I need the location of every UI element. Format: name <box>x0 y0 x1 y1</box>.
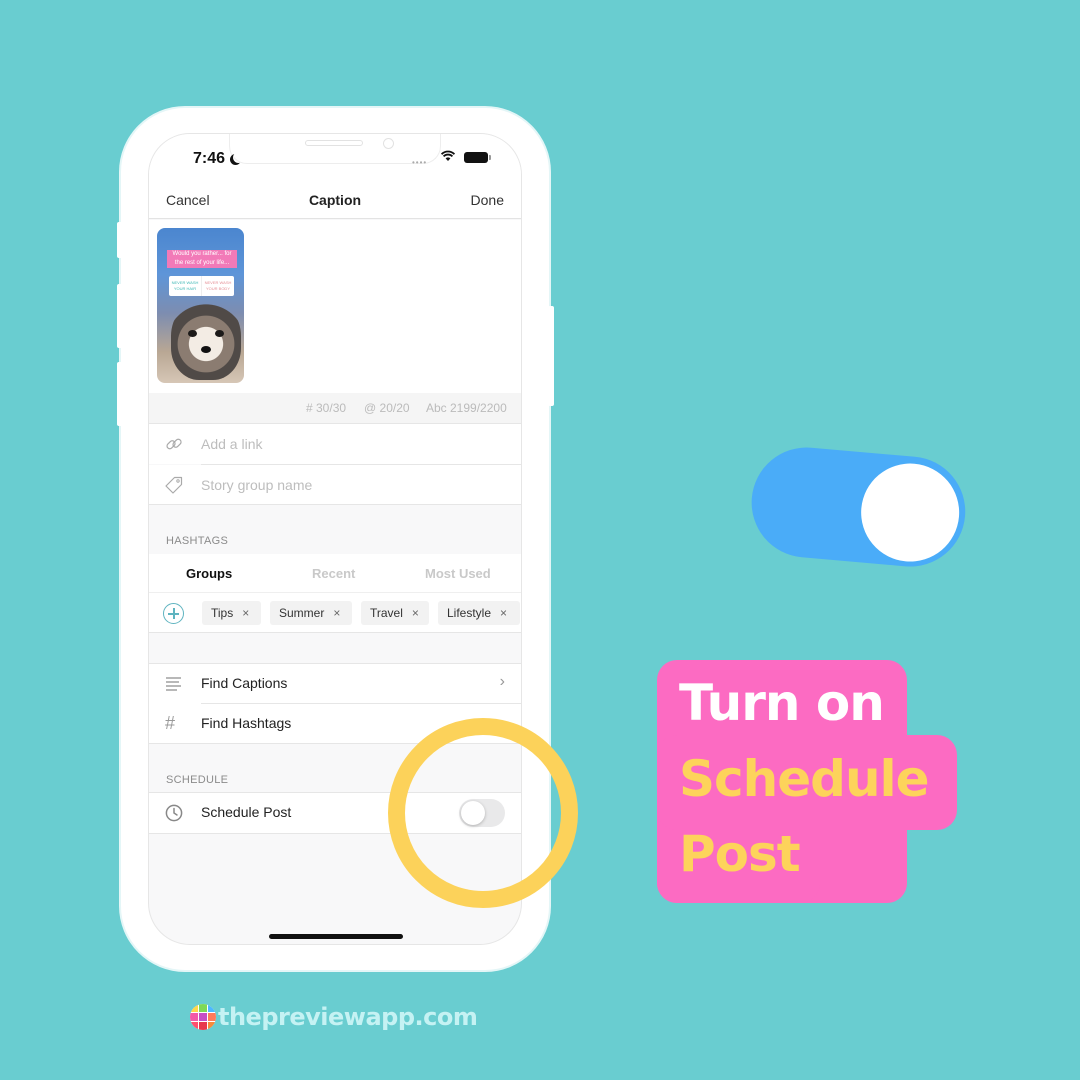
link-icon <box>166 438 182 450</box>
callout-line-1: Turn on <box>679 674 885 732</box>
chevron-right-icon: › <box>499 673 505 690</box>
highlight-ring <box>388 718 578 908</box>
find-hashtags-label: Find Hashtags <box>201 715 292 731</box>
hashtag-tabs: Groups Recent Most Used <box>149 554 521 592</box>
cellular-signal-icon: •••• <box>412 158 428 167</box>
brand-watermark: thepreviewapp.com <box>190 1003 478 1031</box>
hashtag-chip[interactable]: Lifestyle × <box>438 601 520 625</box>
home-indicator <box>269 934 403 939</box>
battery-icon <box>464 152 491 163</box>
wifi-icon <box>441 150 455 161</box>
remove-chip-icon[interactable]: × <box>242 606 249 620</box>
notch <box>229 134 441 164</box>
hashtag-chip[interactable]: Travel × <box>361 601 429 625</box>
phone-side-button-volume-down <box>117 362 123 426</box>
poll-option-1: NEVER WASH YOUR HAIR <box>169 276 202 296</box>
story-question-text: Would you rather... for the rest of your… <box>167 250 237 268</box>
add-hashtag-group-button[interactable] <box>163 603 184 624</box>
story-group-placeholder: Story group name <box>201 477 313 493</box>
callout-line-2: Schedule <box>679 750 930 808</box>
divider <box>149 504 521 505</box>
brand-logo-icon <box>190 1004 216 1030</box>
link-field[interactable]: Add a link <box>149 424 521 464</box>
brand-url: thepreviewapp.com <box>218 1003 478 1031</box>
character-counters: # 30/30 @ 20/20 Abc 2199/2200 <box>149 393 521 424</box>
status-time: 7:46 <box>193 150 226 167</box>
chip-label: Summer <box>279 606 325 620</box>
tag-icon <box>165 476 183 494</box>
tab-most-used[interactable]: Most Used <box>425 566 491 581</box>
hashtag-groups-row: Tips × Summer × Travel × Lifestyle × <box>149 592 521 633</box>
post-thumbnail[interactable]: Would you rather... for the rest of your… <box>157 228 244 383</box>
page-title: Caption <box>308 192 362 208</box>
find-captions-label: Find Captions <box>201 675 288 691</box>
callout-line-3: Post <box>679 825 801 883</box>
story-group-field[interactable]: Story group name <box>149 465 521 505</box>
text-lines-icon <box>166 677 181 691</box>
character-counter: Abc 2199/2200 <box>426 401 507 415</box>
phone-side-button-silent <box>117 222 123 258</box>
nav-bar: Cancel Caption Done <box>149 184 521 219</box>
schedule-post-label: Schedule Post <box>201 804 292 820</box>
chip-label: Tips <box>211 606 234 620</box>
find-captions-row[interactable]: Find Captions › <box>149 664 521 704</box>
status-bar: 7:46 •••• <box>149 134 521 184</box>
done-button[interactable]: Done <box>471 192 504 208</box>
tab-recent[interactable]: Recent <box>312 566 355 581</box>
speaker <box>305 140 363 146</box>
caption-input[interactable]: Would you rather... for the rest of your… <box>149 220 521 393</box>
do-not-disturb-moon-icon <box>233 152 244 163</box>
tab-groups[interactable]: Groups <box>186 566 232 581</box>
clock-icon <box>165 804 183 822</box>
phone-side-button-power <box>548 306 554 406</box>
remove-chip-icon[interactable]: × <box>412 606 419 620</box>
front-camera <box>383 138 394 149</box>
schedule-section-label: SCHEDULE <box>166 774 229 786</box>
mention-counter: @ 20/20 <box>364 401 410 415</box>
remove-chip-icon[interactable]: × <box>500 606 507 620</box>
chip-label: Travel <box>370 606 403 620</box>
poll-option-2: NEVER WASH YOUR BODY <box>204 280 232 291</box>
hashtag-chip[interactable]: Summer × <box>270 601 352 625</box>
hashtags-section-label: HASHTAGS <box>166 535 229 547</box>
phone-side-button-volume-up <box>117 284 123 348</box>
toggle-on-illustration <box>746 442 970 581</box>
link-placeholder: Add a link <box>201 436 263 452</box>
hashtag-icon: # <box>165 713 176 733</box>
hashtag-counter: # 30/30 <box>306 401 347 415</box>
remove-chip-icon[interactable]: × <box>333 606 340 620</box>
chip-label: Lifestyle <box>447 606 492 620</box>
story-poll-options: NEVER WASH YOUR HAIR NEVER WASH YOUR BOD… <box>169 276 234 296</box>
dog-photo <box>171 300 241 380</box>
hashtag-chip[interactable]: Tips × <box>202 601 261 625</box>
